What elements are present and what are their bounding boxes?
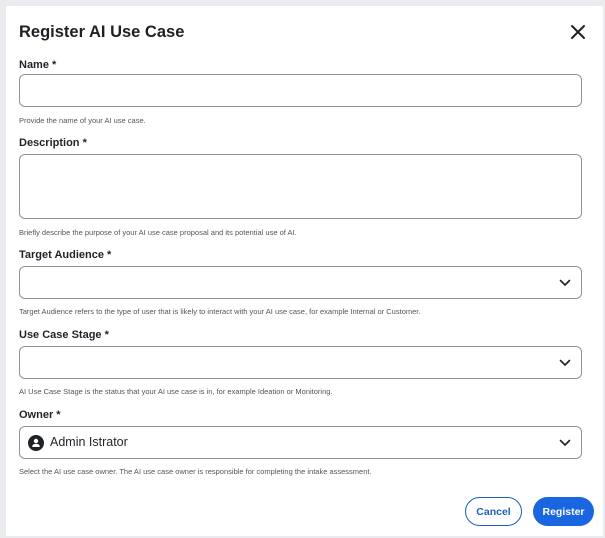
chevron-down-icon <box>559 439 571 446</box>
owner-help-text: Select the AI use case owner. The AI use… <box>19 467 372 476</box>
target-audience-help-text: Target Audience refers to the type of us… <box>19 307 421 316</box>
owner-select[interactable]: Admin Istrator <box>19 426 582 459</box>
register-ai-use-case-dialog: Register AI Use Case Name * Provide the … <box>6 6 603 536</box>
target-audience-select[interactable] <box>19 266 582 299</box>
name-label: Name * <box>19 59 57 71</box>
use-case-stage-label: Use Case Stage * <box>19 329 109 341</box>
description-textarea[interactable] <box>19 154 582 219</box>
use-case-stage-help-text: AI Use Case Stage is the status that you… <box>19 387 333 396</box>
dialog-title: Register AI Use Case <box>19 23 185 41</box>
target-audience-label: Target Audience * <box>19 249 112 261</box>
use-case-stage-select[interactable] <box>19 346 582 379</box>
user-avatar-icon <box>28 435 44 451</box>
chevron-down-icon <box>559 359 571 366</box>
owner-label: Owner * <box>19 409 61 421</box>
chevron-down-icon <box>559 279 571 286</box>
close-icon[interactable] <box>568 22 588 42</box>
owner-selected-value: Admin Istrator <box>50 435 128 449</box>
name-input[interactable] <box>19 74 582 107</box>
description-label: Description * <box>19 137 87 149</box>
register-button[interactable]: Register <box>533 497 594 526</box>
description-help-text: Briefly describe the purpose of your AI … <box>19 228 297 237</box>
cancel-button[interactable]: Cancel <box>465 497 522 526</box>
name-help-text: Provide the name of your AI use case. <box>19 116 146 125</box>
